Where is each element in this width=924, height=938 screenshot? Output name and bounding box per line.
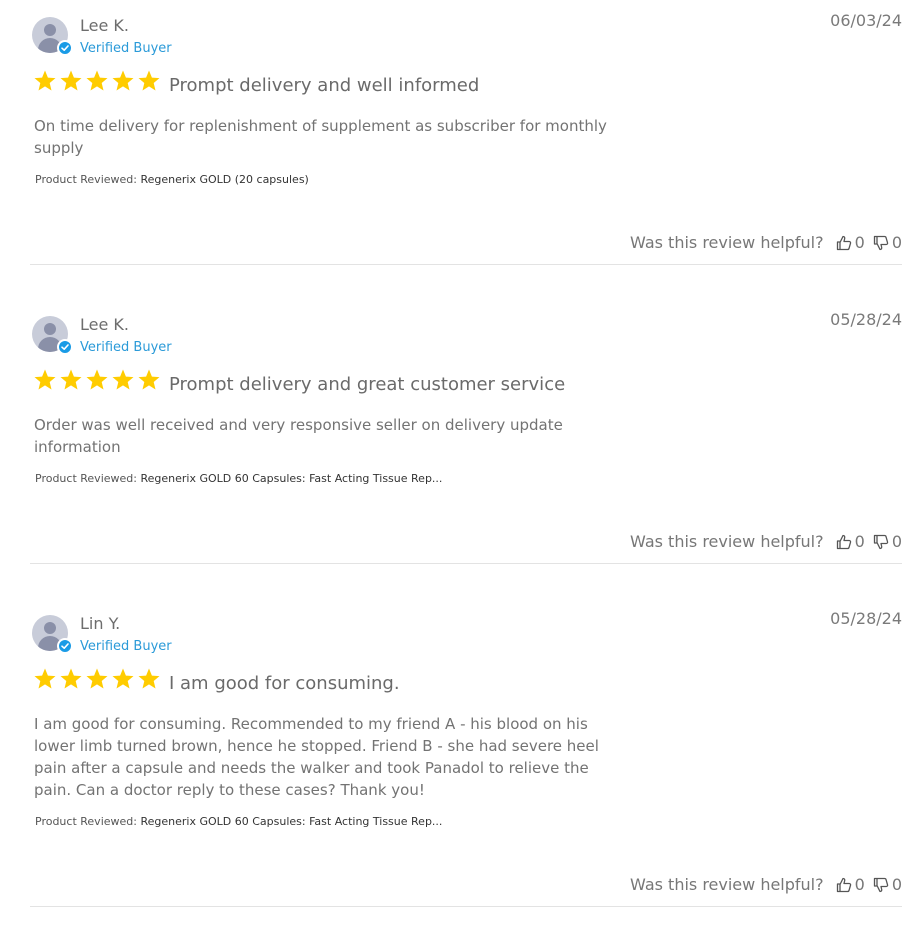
star-icon	[60, 369, 82, 390]
review-date: 06/03/24	[830, 11, 902, 30]
review-card: Lin Y. Verified Buyer 05/28/24 I am good…	[30, 598, 902, 907]
helpful-question: Was this review helpful?	[630, 233, 824, 252]
thumbs-up-icon[interactable]	[836, 534, 852, 550]
star-icon	[34, 668, 56, 689]
verified-check-icon	[57, 638, 73, 654]
thumbs-down-count: 0	[891, 233, 902, 252]
star-icon	[112, 70, 134, 91]
star-rating	[33, 69, 161, 97]
thumbs-down-icon[interactable]	[873, 534, 889, 550]
product-reviewed: Product Reviewed: Regenerix GOLD 60 Caps…	[35, 472, 442, 485]
review-headline: Prompt delivery and great customer servi…	[169, 374, 566, 395]
review-date: 05/28/24	[830, 310, 902, 329]
verified-check-icon	[57, 40, 73, 56]
thumbs-up-icon[interactable]	[836, 235, 852, 251]
review-date: 05/28/24	[830, 609, 902, 628]
helpful-votes: Was this review helpful? 0 0	[630, 233, 902, 252]
star-icon	[34, 70, 56, 91]
verified-buyer-badge: Verified Buyer	[80, 41, 172, 56]
product-reviewed-label: Product Reviewed:	[35, 815, 137, 828]
product-reviewed-label: Product Reviewed:	[35, 472, 137, 485]
helpful-votes: Was this review helpful? 0 0	[630, 875, 902, 894]
review-headline: I am good for consuming.	[169, 673, 400, 694]
thumbs-down-count: 0	[891, 532, 902, 551]
star-rating	[33, 667, 161, 695]
product-reviewed-label: Product Reviewed:	[35, 173, 137, 186]
review-card: Lee K. Verified Buyer 05/28/24 Prompt de…	[30, 299, 902, 564]
star-icon	[34, 369, 56, 390]
star-icon	[86, 668, 108, 689]
product-reviewed: Product Reviewed: Regenerix GOLD 60 Caps…	[35, 815, 442, 828]
reviewer-name: Lee K.	[80, 16, 129, 35]
review-body: I am good for consuming. Recommended to …	[34, 715, 599, 799]
star-icon	[60, 668, 82, 689]
thumbs-up-count: 0	[854, 875, 865, 894]
review-body: Order was well received and very respons…	[34, 416, 563, 456]
star-icon	[112, 668, 134, 689]
star-icon	[138, 668, 160, 689]
verified-buyer-badge: Verified Buyer	[80, 340, 172, 355]
helpful-question: Was this review helpful?	[630, 875, 824, 894]
product-name: Regenerix GOLD 60 Capsules: Fast Acting …	[140, 815, 443, 828]
review-body: On time delivery for replenishment of su…	[34, 117, 607, 157]
thumbs-up-icon[interactable]	[836, 877, 852, 893]
thumbs-down-icon[interactable]	[873, 877, 889, 893]
product-name: Regenerix GOLD 60 Capsules: Fast Acting …	[140, 472, 443, 485]
star-rating	[33, 368, 161, 396]
reviewer-name: Lin Y.	[80, 614, 121, 633]
thumbs-down-count: 0	[891, 875, 902, 894]
thumbs-up-count: 0	[854, 233, 865, 252]
star-icon	[86, 369, 108, 390]
star-icon	[112, 369, 134, 390]
product-reviewed: Product Reviewed: Regenerix GOLD (20 cap…	[35, 173, 309, 186]
star-icon	[86, 70, 108, 91]
star-icon	[138, 369, 160, 390]
product-name: Regenerix GOLD (20 capsules)	[140, 173, 309, 186]
star-icon	[60, 70, 82, 91]
thumbs-down-icon[interactable]	[873, 235, 889, 251]
verified-buyer-badge: Verified Buyer	[80, 639, 172, 654]
review-card: Lee K. Verified Buyer 06/03/24 Prompt de…	[30, 0, 902, 265]
helpful-votes: Was this review helpful? 0 0	[630, 532, 902, 551]
helpful-question: Was this review helpful?	[630, 532, 824, 551]
reviewer-name: Lee K.	[80, 315, 129, 334]
review-headline: Prompt delivery and well informed	[169, 75, 480, 96]
thumbs-up-count: 0	[854, 532, 865, 551]
verified-check-icon	[57, 339, 73, 355]
star-icon	[138, 70, 160, 91]
